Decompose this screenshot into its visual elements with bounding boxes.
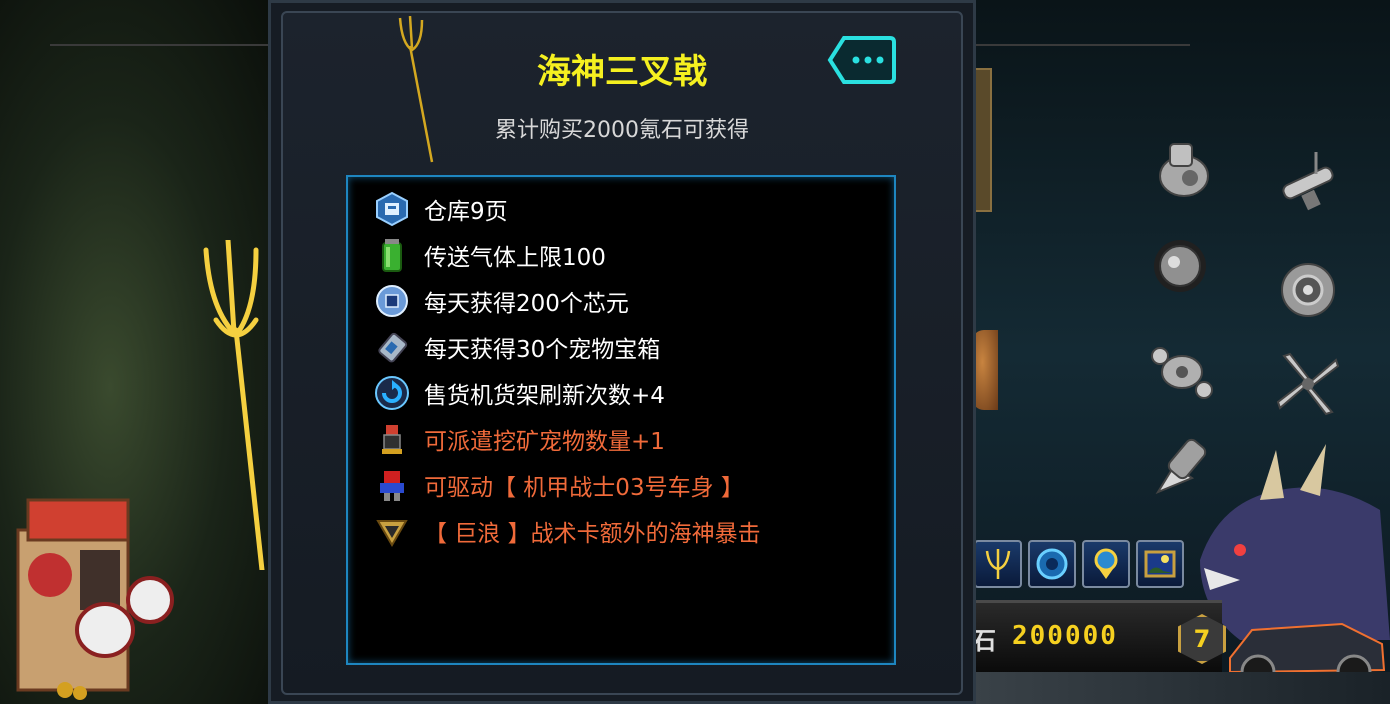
benefit-text: 每天获得30个宠物宝箱 xyxy=(424,337,661,363)
benefit-item: 传送气体上限100 xyxy=(374,235,606,275)
trident-icon xyxy=(985,549,1011,579)
drone-part-icon[interactable] xyxy=(1150,340,1214,404)
trident-decoration-icon xyxy=(203,240,265,570)
skill-slot-bar xyxy=(974,540,1184,588)
painting-skill-slot[interactable] xyxy=(1136,540,1184,588)
trident-skill-slot[interactable] xyxy=(974,540,1022,588)
satellite-part-icon[interactable] xyxy=(1276,148,1340,212)
benefit-text: 仓库9页 xyxy=(424,199,508,225)
chat-button[interactable] xyxy=(826,34,896,86)
portal-icon xyxy=(1036,548,1068,580)
mecha-warrior-icon xyxy=(380,471,404,501)
benefit-item: 每天获得200个芯元 xyxy=(374,281,629,321)
engine-part-icon[interactable] xyxy=(1152,138,1216,202)
benefit-item: 仓库9页 xyxy=(374,189,508,229)
meteor-drill-icon[interactable] xyxy=(1148,232,1212,296)
arcade-machine-icon xyxy=(16,498,174,700)
gas-canister-icon xyxy=(382,239,402,272)
benefit-item: 可驱动【 机甲战士03号车身 】 xyxy=(374,465,744,505)
refresh-icon xyxy=(375,376,409,410)
benefit-item: 可派遣挖矿宠物数量+1 xyxy=(374,419,665,459)
tactic-card-icon xyxy=(376,520,408,547)
benefit-list: 仓库9页 传送气体上限100 每天获得200个芯元 每天获得30个宠物宝箱 售货… xyxy=(346,175,896,665)
bottom-strip xyxy=(972,672,1390,704)
gear-wheel-icon[interactable] xyxy=(1276,258,1340,322)
portal-skill-slot[interactable] xyxy=(1028,540,1076,588)
warehouse-icon xyxy=(376,191,408,227)
benefit-item: 售货机货架刷新次数+4 xyxy=(374,373,665,413)
emblem-skill-slot[interactable] xyxy=(1082,540,1130,588)
benefit-text: 可驱动【 机甲战士03号车身 】 xyxy=(424,475,744,501)
mining-pet-icon xyxy=(382,425,402,454)
benefit-item: 每天获得30个宠物宝箱 xyxy=(374,327,660,367)
benefit-text: 可派遣挖矿宠物数量+1 xyxy=(424,429,665,455)
propeller-icon[interactable] xyxy=(1276,352,1340,416)
benefit-text: 【 巨浪 】战术卡额外的海神暴击 xyxy=(424,521,761,547)
resource-value: 200000 xyxy=(1012,621,1118,651)
panel-subtitle: 累计购买2000氪石可获得 xyxy=(495,118,749,143)
painting-icon xyxy=(1144,550,1176,578)
benefit-item: 【 巨浪 】战术卡额外的海神暴击 xyxy=(374,511,761,551)
benefit-text: 传送气体上限100 xyxy=(424,245,606,271)
benefit-text: 每天获得200个芯元 xyxy=(424,291,629,317)
chip-coin-icon xyxy=(376,285,408,317)
benefit-text: 售货机货架刷新次数+4 xyxy=(424,383,665,409)
golden-emblem-icon xyxy=(1094,548,1118,579)
pet-box-icon xyxy=(378,332,408,363)
